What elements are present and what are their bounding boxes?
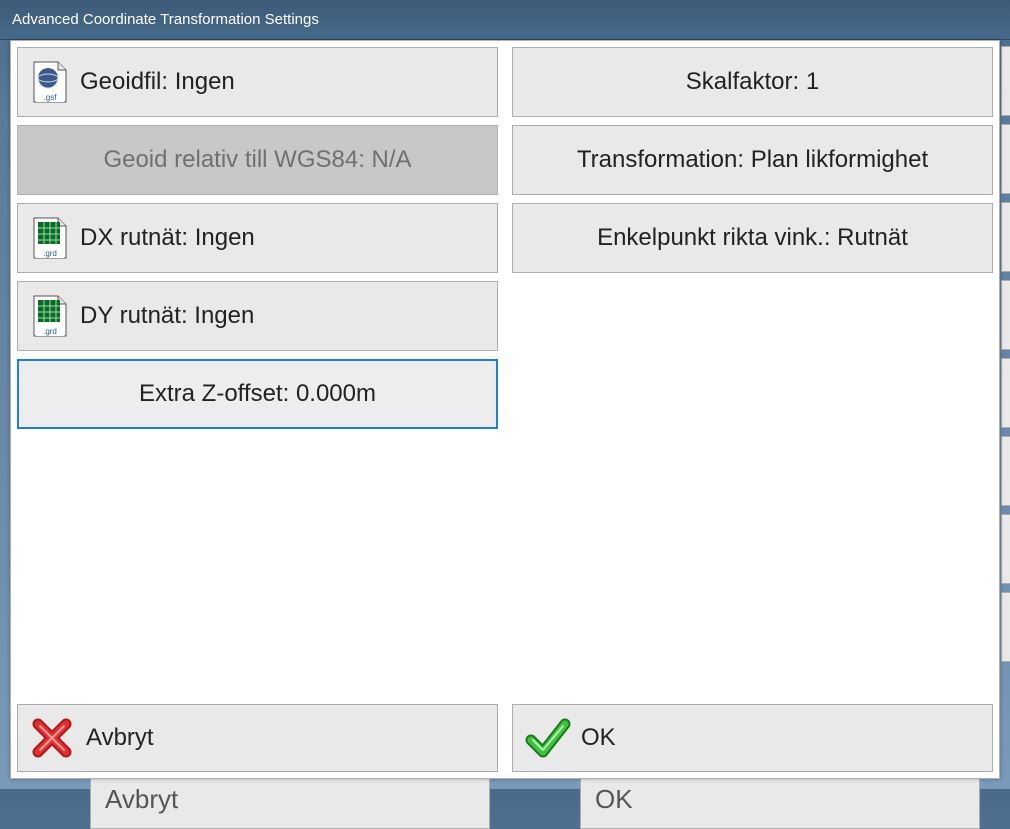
ok-label: OK — [581, 724, 616, 752]
svg-text:.grd: .grd — [43, 249, 57, 258]
svg-text:.gsf: .gsf — [44, 93, 58, 102]
window-title: Advanced Coordinate Transformation Setti… — [12, 11, 319, 28]
ok-icon — [523, 714, 571, 762]
geoid-relative-label: Geoid relativ till WGS84: N/A — [103, 146, 411, 174]
single-point-button[interactable]: Enkelpunkt rikta vink.: Rutnät — [512, 203, 993, 273]
settings-grid: .gsf Geoidfil: Ingen Skalfaktor: 1 Geoid… — [17, 47, 993, 698]
dx-grid-button[interactable]: .grd DX rutnät: Ingen — [17, 203, 498, 273]
gsf-file-icon: .gsf — [28, 60, 72, 104]
z-offset-label: Extra Z-offset: 0.000m — [139, 380, 376, 408]
dy-grid-label: DY rutnät: Ingen — [80, 302, 254, 330]
cancel-icon — [28, 714, 76, 762]
ok-button[interactable]: OK — [512, 704, 993, 772]
background-right-edge — [1001, 40, 1010, 779]
grd-file-icon: .grd — [28, 294, 72, 338]
transformation-label: Transformation: Plan likformighet — [577, 146, 928, 174]
grd-file-icon: .grd — [28, 216, 72, 260]
single-point-label: Enkelpunkt rikta vink.: Rutnät — [597, 224, 908, 252]
dialog-body: .gsf Geoidfil: Ingen Skalfaktor: 1 Geoid… — [10, 40, 1000, 779]
cancel-button[interactable]: Avbryt — [17, 704, 498, 772]
svg-text:.grd: .grd — [43, 327, 57, 336]
dx-grid-label: DX rutnät: Ingen — [80, 224, 255, 252]
geoid-relative-button: Geoid relativ till WGS84: N/A — [17, 125, 498, 195]
cancel-label: Avbryt — [86, 724, 154, 752]
scale-factor-label: Skalfaktor: 1 — [686, 68, 819, 96]
geoid-file-button[interactable]: .gsf Geoidfil: Ingen — [17, 47, 498, 117]
window-titlebar: Advanced Coordinate Transformation Setti… — [0, 0, 1010, 40]
transformation-button[interactable]: Transformation: Plan likformighet — [512, 125, 993, 195]
z-offset-button[interactable]: Extra Z-offset: 0.000m — [17, 359, 498, 429]
geoid-file-label: Geoidfil: Ingen — [80, 68, 235, 96]
dialog-footer: Avbryt OK — [17, 704, 993, 772]
empty-cell — [512, 359, 993, 429]
empty-cell — [512, 281, 993, 351]
dy-grid-button[interactable]: .grd DY rutnät: Ingen — [17, 281, 498, 351]
scale-factor-button[interactable]: Skalfaktor: 1 — [512, 47, 993, 117]
